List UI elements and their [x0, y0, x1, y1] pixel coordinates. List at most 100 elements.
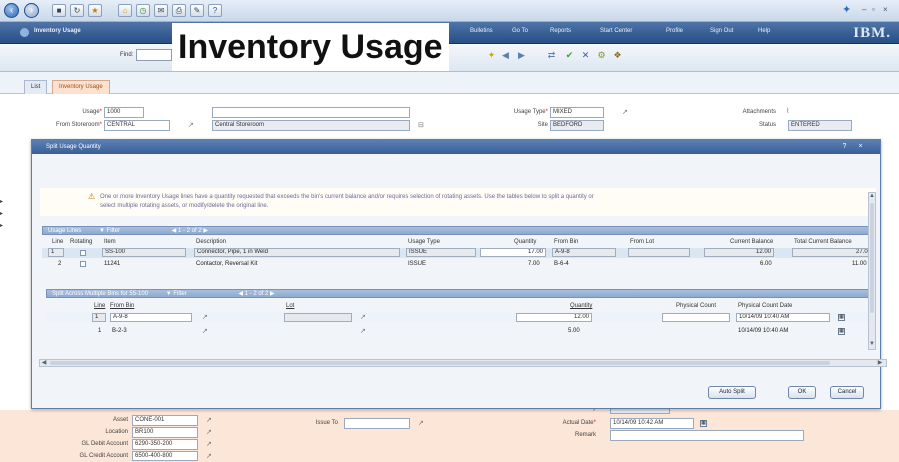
calendar-icon[interactable]: ▦ [838, 328, 845, 335]
scroll-down-icon[interactable]: ▼ [869, 341, 875, 347]
tab-list[interactable]: List [24, 80, 48, 94]
underlay-marker-icon: ▸ [0, 199, 4, 205]
header-link-sign-out[interactable]: Sign Out [710, 28, 733, 34]
split-quantity-input[interactable]: 12.00 [516, 313, 592, 322]
asset-field[interactable]: CONE-001 [132, 415, 198, 426]
horizontal-scrollbar[interactable]: ◀ ▶ [39, 359, 887, 367]
refresh-icon[interactable]: ↻ [70, 4, 84, 17]
from-storeroom-field[interactable]: CENTRAL [104, 120, 170, 131]
gl-debit-label: GL Debit Account [81, 441, 128, 447]
rotating-checkbox[interactable] [80, 250, 86, 256]
col-split-from-bin[interactable]: From Bin [110, 303, 134, 309]
minimize-button[interactable]: – [862, 5, 866, 15]
line-cell: 2 [58, 261, 62, 267]
next-page-icon[interactable]: ▶ [203, 228, 208, 234]
complete-checkmark-icon[interactable]: ✔ [564, 50, 575, 61]
header-link-start-center[interactable]: Start Center [600, 28, 632, 34]
actual-date-field[interactable]: 10/14/09 10:42 AM [610, 418, 694, 429]
split-bins-filter-link[interactable]: Filter [173, 291, 186, 297]
detail-menu-icon[interactable]: ↗ [188, 121, 194, 129]
header-link-go-to[interactable]: Go To [512, 28, 528, 34]
col-split-lot[interactable]: Lot [286, 303, 294, 309]
calendar-icon[interactable]: ▦ [838, 314, 845, 321]
header-link-help[interactable]: Help [758, 28, 770, 34]
help-circle-icon[interactable]: ? [208, 4, 222, 17]
ok-button[interactable]: OK [788, 386, 816, 399]
scrollbar-thumb[interactable] [50, 361, 830, 365]
split-from-bin-input[interactable]: A-9-8 [110, 313, 192, 322]
tab-inventory-usage[interactable]: Inventory Usage [52, 80, 110, 94]
usage-lines-filter-link[interactable]: Filter [107, 228, 120, 234]
usage-type-menu-icon[interactable]: ↗ [622, 108, 628, 116]
col-split-quantity[interactable]: Quantity [570, 303, 592, 309]
usage-description-field[interactable] [212, 107, 410, 118]
cancel-button[interactable]: Cancel [830, 386, 864, 399]
scroll-up-icon[interactable]: ▲ [869, 193, 875, 199]
gl-credit-menu-icon[interactable]: ↗ [206, 452, 212, 460]
paperclip-icon[interactable]: ⌇ [786, 107, 789, 115]
next-page-icon[interactable]: ▶ [270, 291, 275, 297]
item-cell: SS-100 [102, 248, 186, 257]
from-bin-menu-icon[interactable]: ↗ [202, 313, 208, 321]
rotating-checkbox[interactable] [80, 261, 86, 267]
previous-record-icon[interactable]: ◀ [500, 50, 511, 61]
asset-menu-icon[interactable]: ↗ [206, 416, 212, 424]
scroll-right-icon[interactable]: ▶ [876, 360, 884, 366]
location-menu-icon[interactable]: ↗ [206, 428, 212, 436]
next-record-icon[interactable]: ▶ [516, 50, 527, 61]
mail-icon[interactable]: ✉ [154, 4, 168, 17]
favorites-icon[interactable]: ★ [88, 4, 102, 17]
edit-page-icon[interactable]: ✎ [190, 4, 204, 17]
usage-field[interactable]: 1000 [104, 107, 144, 118]
stop-icon[interactable]: ■ [52, 4, 66, 17]
previous-page-icon[interactable]: ◀ [172, 228, 177, 234]
print-icon[interactable]: ⎙ [172, 4, 186, 17]
usage-lines-title: Usage Lines [48, 228, 82, 234]
gl-credit-field[interactable]: 6500-400-800 [132, 451, 198, 461]
long-description-icon[interactable]: ⊟ [418, 121, 424, 129]
lot-menu-icon[interactable]: ↗ [360, 327, 366, 335]
col-split-line[interactable]: Line [94, 303, 105, 309]
usage-type-field[interactable]: MIXED [550, 107, 604, 118]
header-link-bulletins[interactable]: Bulletins [470, 28, 493, 34]
quantity-input[interactable]: 17.00 [480, 248, 546, 257]
browser-toolbar: ‹ › ■ ↻ ★ ⌂ ◷ ✉ ⎙ ✎ ? ✦ – ▫ × [0, 0, 899, 22]
lot-menu-icon[interactable]: ↗ [360, 313, 366, 321]
dialog-help-icon[interactable]: ? [840, 142, 849, 151]
split-physical-count-input[interactable] [662, 313, 730, 322]
issue-to-field[interactable] [344, 418, 410, 429]
bins-icon[interactable]: ❖ [612, 50, 623, 61]
issue-to-menu-icon[interactable]: ↗ [418, 419, 424, 427]
from-bin-menu-icon[interactable]: ↗ [202, 327, 208, 335]
route-workflow-icon[interactable]: ⇄ [546, 50, 557, 61]
find-input[interactable] [136, 49, 172, 61]
header-link-reports[interactable]: Reports [550, 28, 571, 34]
scroll-left-icon[interactable]: ◀ [40, 360, 48, 366]
filter-icon[interactable]: ▼ [166, 291, 172, 297]
cancel-x-icon[interactable]: ✕ [580, 50, 591, 61]
back-button[interactable]: ‹ [4, 3, 19, 18]
forward-button[interactable]: › [24, 3, 39, 18]
dialog-close-icon[interactable]: × [856, 142, 865, 151]
calendar-icon[interactable]: ▦ [700, 420, 707, 427]
remark-field[interactable] [610, 430, 804, 441]
bookmark-star-icon[interactable]: ✦ [842, 3, 856, 17]
header-link-profile[interactable]: Profile [666, 28, 683, 34]
previous-page-icon[interactable]: ◀ [238, 291, 243, 297]
home-icon[interactable]: ⌂ [118, 4, 132, 17]
item-cell: 11241 [104, 261, 121, 267]
location-field[interactable]: BR100 [132, 427, 198, 438]
new-record-icon[interactable]: ✦ [486, 50, 497, 61]
auto-split-button[interactable]: Auto Split [708, 386, 756, 399]
close-window-button[interactable]: × [883, 5, 888, 15]
scrollbar-thumb[interactable] [870, 203, 874, 313]
maximize-button[interactable]: ▫ [872, 5, 875, 15]
filter-icon[interactable]: ▼ [99, 228, 105, 234]
gl-debit-field[interactable]: 6290-350-200 [132, 439, 198, 450]
split-physical-count-date-input[interactable]: 10/14/09 10:40 AM [736, 313, 830, 322]
vertical-scrollbar[interactable]: ▲ ▼ [868, 192, 876, 350]
history-icon[interactable]: ◷ [136, 4, 150, 17]
gl-debit-menu-icon[interactable]: ↗ [206, 440, 212, 448]
split-icon[interactable]: ⚙ [596, 50, 607, 61]
current-balance-cell: 12.00 [704, 248, 774, 257]
